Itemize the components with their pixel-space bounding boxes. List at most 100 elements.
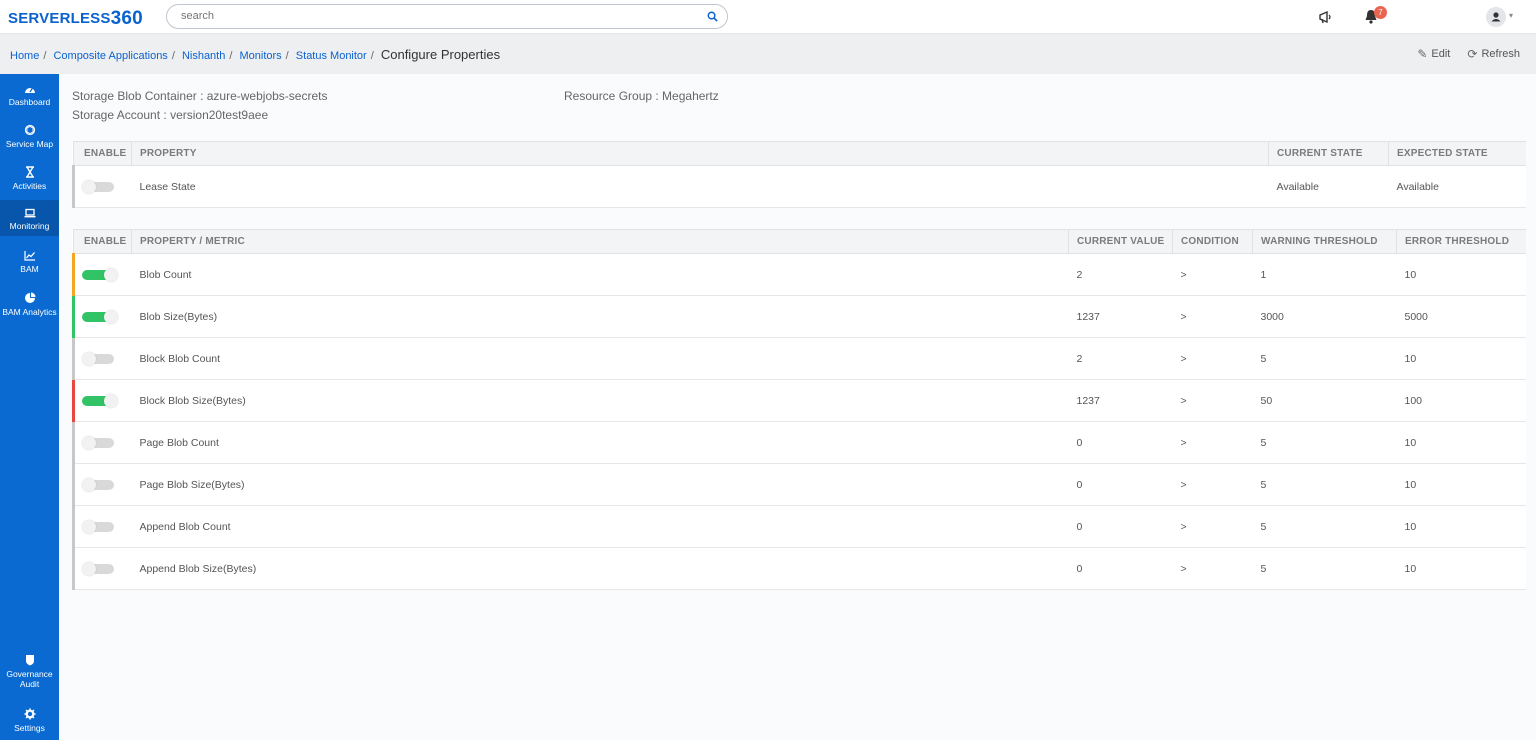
col-property: PROPERTY bbox=[131, 141, 1269, 166]
table-row: Blob Count 2 > 1 10 bbox=[72, 253, 1526, 296]
search-box[interactable] bbox=[166, 4, 728, 29]
sidebar-item-service-map[interactable]: Service Map bbox=[0, 124, 59, 149]
enable-cell bbox=[72, 253, 132, 296]
metric-table: ENABLE PROPERTY / METRIC CURRENT VALUE C… bbox=[72, 229, 1526, 590]
search-icon[interactable] bbox=[707, 11, 718, 22]
col-current-value: CURRENT VALUE bbox=[1068, 229, 1173, 254]
edit-button[interactable]: ✎ Edit bbox=[1417, 47, 1450, 61]
storage-blob-container: Storage Blob Container : azure-webjobs-s… bbox=[72, 89, 328, 103]
metric-name: Append Blob Count bbox=[131, 505, 1069, 548]
col-warning-threshold: WARNING THRESHOLD bbox=[1252, 229, 1397, 254]
warning-threshold: 5 bbox=[1252, 547, 1397, 590]
enable-cell bbox=[72, 547, 132, 590]
breadcrumb-status-monitor[interactable]: Status Monitor bbox=[296, 50, 367, 62]
enable-cell bbox=[72, 463, 132, 506]
col-property-metric: PROPERTY / METRIC bbox=[131, 229, 1069, 254]
enable-toggle[interactable] bbox=[82, 267, 118, 282]
enable-toggle[interactable] bbox=[82, 393, 118, 408]
user-icon bbox=[1491, 12, 1501, 22]
breadcrumb-monitors[interactable]: Monitors bbox=[239, 50, 281, 62]
condition: > bbox=[1172, 253, 1253, 296]
warning-threshold: 50 bbox=[1252, 379, 1397, 422]
warning-threshold: 1 bbox=[1252, 253, 1397, 296]
search-input[interactable] bbox=[181, 10, 681, 22]
gear-icon bbox=[24, 708, 35, 720]
current-value: 1237 bbox=[1068, 295, 1173, 338]
condition: > bbox=[1172, 505, 1253, 548]
service-map-icon bbox=[24, 124, 35, 136]
warning-threshold: 3000 bbox=[1252, 295, 1397, 338]
header-actions: ✎ Edit ⟳ Refresh bbox=[1403, 47, 1520, 61]
sidebar-item-settings[interactable]: Settings bbox=[0, 708, 59, 733]
refresh-icon: ⟳ bbox=[1467, 47, 1478, 61]
laptop-icon bbox=[24, 208, 35, 218]
table-row: Blob Size(Bytes) 1237 > 3000 5000 bbox=[72, 295, 1526, 338]
error-threshold: 5000 bbox=[1396, 295, 1526, 338]
col-enable: ENABLE bbox=[73, 141, 132, 166]
avatar[interactable] bbox=[1486, 7, 1506, 27]
table-row: Page Blob Count 0 > 5 10 bbox=[72, 421, 1526, 464]
table-row: Append Blob Size(Bytes) 0 > 5 10 bbox=[72, 547, 1526, 590]
condition: > bbox=[1172, 379, 1253, 422]
metric-name: Append Blob Size(Bytes) bbox=[131, 547, 1069, 590]
enable-toggle[interactable] bbox=[82, 519, 118, 534]
enable-toggle[interactable] bbox=[82, 351, 118, 366]
condition: > bbox=[1172, 337, 1253, 380]
metric-table-header: ENABLE PROPERTY / METRIC CURRENT VALUE C… bbox=[73, 229, 1526, 254]
page-title: Configure Properties bbox=[380, 47, 501, 62]
notification-badge: 7 bbox=[1374, 6, 1387, 19]
refresh-button[interactable]: ⟳ Refresh bbox=[1467, 47, 1520, 61]
breadcrumb-bar: Home / Composite Applications / Nishanth / … bbox=[0, 34, 1536, 74]
error-threshold: 10 bbox=[1396, 505, 1526, 548]
error-threshold: 10 bbox=[1396, 337, 1526, 380]
warning-threshold: 5 bbox=[1252, 421, 1397, 464]
sidebar-item-dashboard[interactable]: Dashboard bbox=[0, 84, 59, 107]
sidebar: Dashboard Service Map Activities Monitor… bbox=[0, 74, 59, 740]
current-value: 2 bbox=[1068, 337, 1173, 380]
condition: > bbox=[1172, 463, 1253, 506]
condition: > bbox=[1172, 421, 1253, 464]
warning-threshold: 5 bbox=[1252, 505, 1397, 548]
breadcrumb: Home / Composite Applications / Nishanth / … bbox=[10, 47, 501, 62]
megaphone-icon[interactable] bbox=[1318, 10, 1334, 24]
enable-toggle[interactable] bbox=[82, 435, 118, 450]
enable-toggle[interactable] bbox=[82, 561, 118, 576]
current-value: 0 bbox=[1068, 421, 1173, 464]
chart-line-icon bbox=[23, 251, 35, 261]
table-row: Lease State Available Available bbox=[72, 165, 1526, 208]
condition: > bbox=[1172, 295, 1253, 338]
sidebar-item-governance-audit[interactable]: Governance Audit bbox=[0, 654, 59, 689]
resource-group: Resource Group : Megahertz bbox=[564, 89, 719, 103]
storage-account: Storage Account : version20test9aee bbox=[72, 108, 269, 122]
current-value: 0 bbox=[1068, 463, 1173, 506]
condition: > bbox=[1172, 547, 1253, 590]
metric-name: Page Blob Count bbox=[131, 421, 1069, 464]
col-condition: CONDITION bbox=[1172, 229, 1253, 254]
error-threshold: 10 bbox=[1396, 547, 1526, 590]
enable-cell bbox=[72, 421, 132, 464]
warning-threshold: 5 bbox=[1252, 337, 1397, 380]
table-row: Block Blob Count 2 > 5 10 bbox=[72, 337, 1526, 380]
chevron-down-icon[interactable]: ▾ bbox=[1509, 11, 1513, 20]
sidebar-item-bam-analytics[interactable]: BAM Analytics bbox=[0, 292, 59, 317]
breadcrumb-nishanth[interactable]: Nishanth bbox=[182, 50, 225, 62]
enable-toggle[interactable] bbox=[82, 309, 118, 324]
breadcrumb-home[interactable]: Home bbox=[10, 50, 39, 62]
expected-state: Available bbox=[1388, 165, 1526, 208]
error-threshold: 10 bbox=[1396, 253, 1526, 296]
enable-toggle[interactable] bbox=[82, 179, 118, 194]
col-current-state: CURRENT STATE bbox=[1268, 141, 1389, 166]
current-value: 2 bbox=[1068, 253, 1173, 296]
enable-toggle[interactable] bbox=[82, 477, 118, 492]
edit-icon: ✎ bbox=[1417, 47, 1428, 61]
sidebar-item-activities[interactable]: Activities bbox=[0, 166, 59, 191]
sidebar-item-monitoring[interactable]: Monitoring bbox=[0, 200, 59, 236]
current-state: Available bbox=[1268, 165, 1389, 208]
sidebar-item-bam[interactable]: BAM bbox=[0, 250, 59, 274]
dashboard-icon bbox=[24, 87, 35, 93]
breadcrumb-composite-applications[interactable]: Composite Applications bbox=[53, 50, 167, 62]
logo[interactable]: SERVERLESS360 bbox=[8, 7, 143, 29]
current-value: 0 bbox=[1068, 505, 1173, 548]
metric-name: Blob Size(Bytes) bbox=[131, 295, 1069, 338]
metric-name: Block Blob Size(Bytes) bbox=[131, 379, 1069, 422]
